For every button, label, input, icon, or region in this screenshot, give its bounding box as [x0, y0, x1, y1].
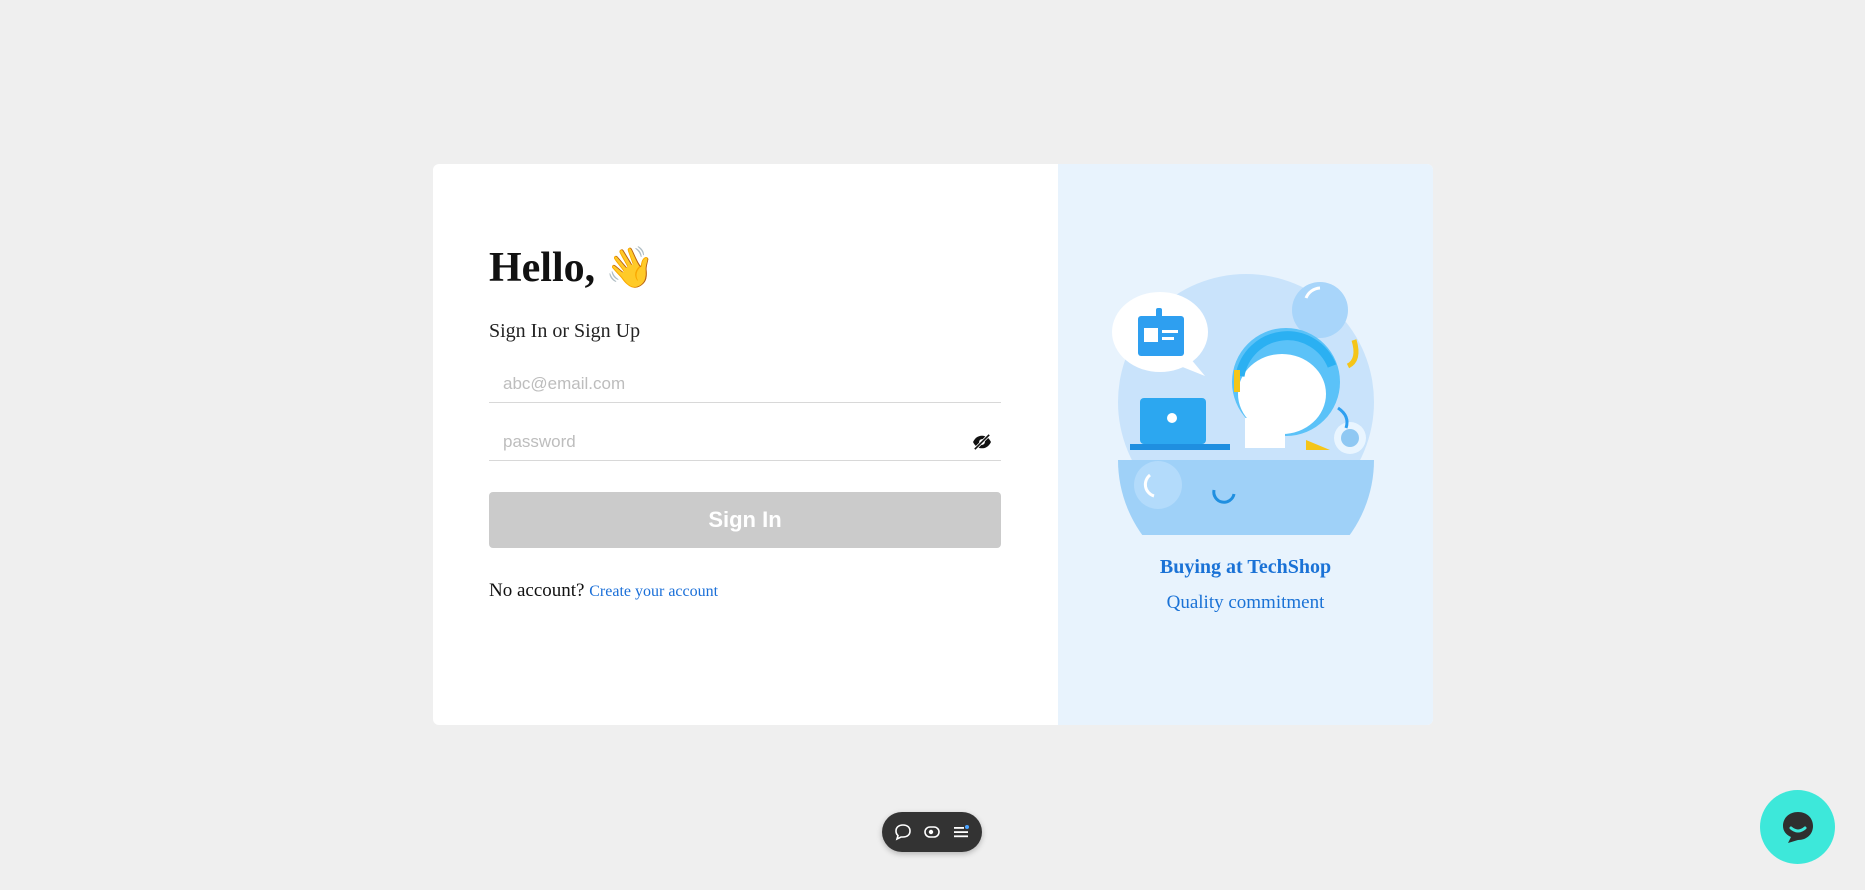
no-account-text: No account?: [489, 580, 585, 601]
greeting-text: Hello,: [489, 245, 596, 291]
create-account-link[interactable]: Create your account: [589, 583, 718, 600]
login-panel: Hello, 👋 Sign In or Sign Up Sign In No a…: [433, 164, 1058, 725]
chat-bubble-icon: [1782, 812, 1813, 843]
login-card: Hello, 👋 Sign In or Sign Up Sign In No a…: [433, 164, 1433, 725]
chat-bubble-icon[interactable]: [891, 820, 915, 844]
chat-widget-button[interactable]: [1760, 790, 1835, 864]
eye-hidden-icon[interactable]: [971, 433, 993, 451]
email-field-wrapper: [489, 366, 1001, 403]
password-input[interactable]: [489, 424, 977, 460]
floating-toolbar: [882, 812, 982, 852]
menu-list-icon[interactable]: [949, 820, 973, 844]
no-account-row: No account? Create your account: [489, 580, 718, 602]
promo-title: Buying at TechShop: [1159, 556, 1332, 578]
email-input[interactable]: [489, 366, 977, 402]
waving-hand-icon: 👋: [605, 245, 655, 290]
greeting-heading: Hello, 👋: [489, 244, 655, 292]
promo-subtitle: Quality commitment: [1166, 592, 1325, 613]
eye-toggle-icon[interactable]: [920, 820, 944, 844]
sign-in-button[interactable]: Sign In: [489, 492, 1001, 548]
customer-service-illustration: [1112, 274, 1374, 535]
promo-panel: Buying at TechShop Quality commitment: [1058, 164, 1433, 725]
password-field-wrapper: [489, 424, 1001, 461]
signin-subtitle: Sign In or Sign Up: [489, 320, 641, 342]
